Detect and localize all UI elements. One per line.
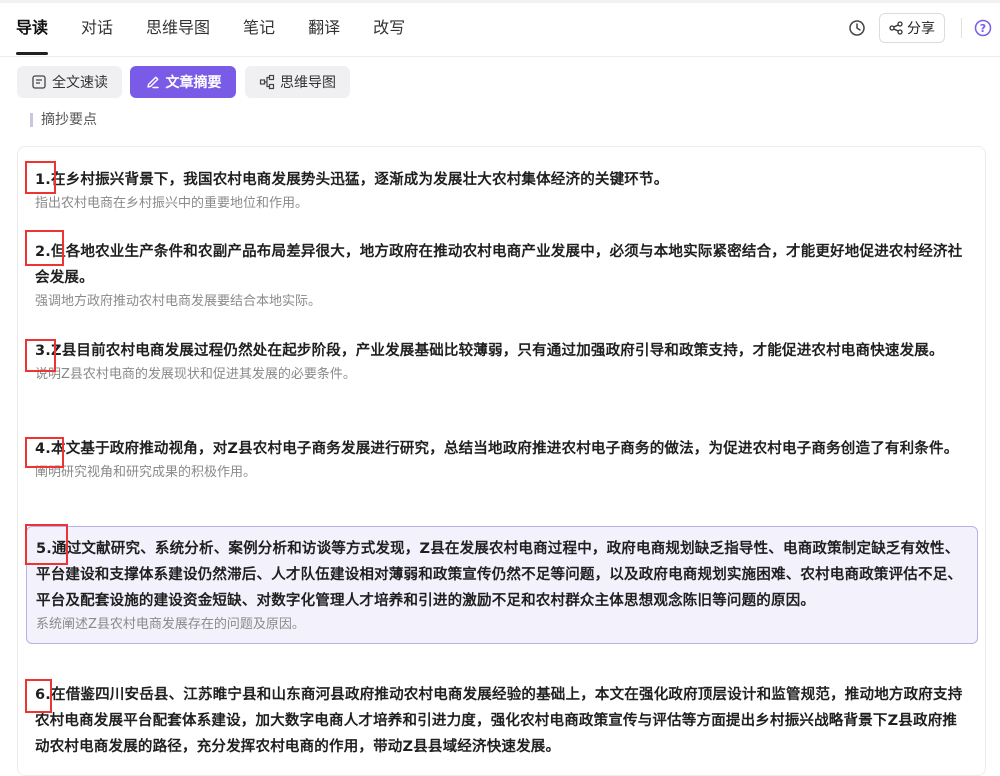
section-label: 摘抄要点: [30, 113, 97, 127]
top-bar: 导读 对话 思维导图 笔记 翻译 改写 分享 ?: [0, 0, 1000, 57]
list-item: 3.Z县目前农村电商发展过程仍然处在起步阶段，产业发展基础比较薄弱，只有通过加强…: [26, 338, 978, 385]
item-sub-text: 说明Z县农村电商的发展现状和促进其发展的必要条件。: [35, 367, 356, 382]
item-main-text: 3.Z县目前农村电商发展过程仍然处在起步阶段，产业发展基础比较薄弱，只有通过加强…: [35, 343, 944, 359]
list-item: 2.但各地农业生产条件和农副产品布局差异很大，地方政府在推动农村电商产业发展中，…: [26, 239, 978, 312]
item-sub-text: 阐明研究视角和研究成果的积极作用。: [35, 465, 257, 480]
item-main-text: 2.但各地农业生产条件和农副产品布局差异很大，地方政府在推动农村电商产业发展中，…: [35, 244, 963, 286]
tab-chat[interactable]: 对话: [81, 17, 113, 55]
list-item: 1.在乡村振兴背景下，我国农村电商发展势头迅猛，逐渐成为发展壮大农村集体经济的关…: [26, 167, 978, 214]
svg-text:?: ?: [980, 22, 986, 35]
share-icon: [889, 21, 903, 35]
item-main-text: 4.本文基于政府推动视角，对Z县农村电子商务发展进行研究，总结当地政府推进农村电…: [35, 441, 959, 457]
summary-list: 1.在乡村振兴背景下，我国农村电商发展势头迅猛，逐渐成为发展壮大农村集体经济的关…: [17, 146, 986, 776]
tab-translate[interactable]: 翻译: [308, 17, 340, 55]
help-icon[interactable]: ?: [974, 19, 992, 37]
list-item: 4.本文基于政府推动视角，对Z县农村电子商务发展进行研究，总结当地政府推进农村电…: [26, 436, 978, 483]
mindmap-button[interactable]: 思维导图: [245, 66, 350, 98]
fulltext-label: 全文速读: [52, 75, 108, 91]
summary-button[interactable]: 文章摘要: [130, 66, 236, 98]
item-sub-text: 指出农村电商在乡村振兴中的重要地位和作用。: [35, 196, 309, 211]
tab-notes[interactable]: 笔记: [243, 17, 275, 55]
mindmap-label: 思维导图: [280, 75, 336, 91]
tab-rewrite[interactable]: 改写: [373, 17, 405, 55]
summary-label: 文章摘要: [165, 75, 222, 91]
tab-bar: 导读 对话 思维导图 笔记 翻译 改写: [16, 17, 438, 55]
clock-icon[interactable]: [848, 19, 866, 37]
tab-guide[interactable]: 导读: [16, 17, 49, 55]
tab-mindmap[interactable]: 思维导图: [146, 17, 210, 55]
item-sub-text: 系统阐述Z县农村电商发展存在的问题及原因。: [36, 617, 305, 632]
item-main-text: 6.在借鉴四川安岳县、江苏睢宁县和山东商河县政府推动农村电商发展经验的基础上，本…: [35, 687, 963, 755]
edit-icon: [146, 76, 159, 89]
item-main-text: 1.在乡村振兴背景下，我国农村电商发展势头迅猛，逐渐成为发展壮大农村集体经济的关…: [35, 172, 669, 188]
share-button[interactable]: 分享: [879, 13, 945, 43]
list-item-highlighted[interactable]: 5.通过文献研究、系统分析、案例分析和访谈等方式发现，Z县在发展农村电商过程中，…: [26, 526, 978, 644]
mindmap-icon: [259, 74, 275, 90]
share-label: 分享: [907, 21, 935, 37]
item-main-text: 5.通过文献研究、系统分析、案例分析和访谈等方式发现，Z县在发展农村电商过程中，…: [36, 541, 963, 609]
fulltext-icon: [32, 75, 46, 89]
list-item: 6.在借鉴四川安岳县、江苏睢宁县和山东商河县政府推动农村电商发展经验的基础上，本…: [26, 682, 978, 760]
fulltext-button[interactable]: 全文速读: [17, 66, 122, 98]
divider: [961, 18, 962, 38]
item-sub-text: 强调地方政府推动农村电商发展要结合本地实际。: [35, 294, 322, 309]
